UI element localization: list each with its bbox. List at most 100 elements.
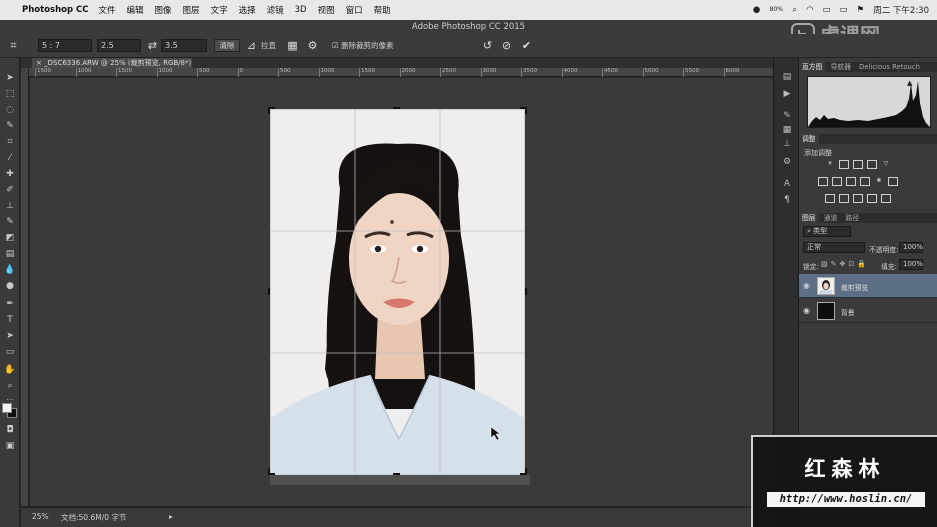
brightness-icon[interactable]: ☀ [825, 160, 835, 169]
app-menu[interactable]: Photoshop CC [22, 5, 89, 15]
gradient-map-icon[interactable] [881, 194, 891, 203]
foreground-color-swatch[interactable] [2, 403, 12, 413]
menu-filter[interactable]: 滤镜 [267, 4, 284, 16]
tab-navigator[interactable]: 导航器 [828, 63, 854, 71]
gradient-tool-icon[interactable]: ▤ [3, 248, 17, 261]
menu-layer[interactable]: 图层 [183, 4, 200, 16]
eye-icon[interactable]: ◉ [803, 306, 810, 315]
quick-mask-icon[interactable]: ◘ [3, 424, 17, 437]
menu-help[interactable]: 帮助 [374, 4, 391, 16]
tool-presets-icon[interactable]: ⚙ [780, 156, 794, 169]
crop-preview-photo[interactable] [270, 109, 525, 475]
crop-handle-bl-v[interactable] [268, 468, 270, 475]
crop-settings-icon[interactable]: ⚙ [305, 38, 320, 53]
quick-select-tool-icon[interactable]: ✎ [3, 120, 17, 133]
menu-type[interactable]: 文字 [211, 4, 228, 16]
dodge-tool-icon[interactable]: ● [3, 280, 17, 293]
search-menu-icon[interactable]: ⌕ [792, 5, 797, 15]
move-tool-icon[interactable]: ➤ [3, 72, 17, 85]
swap-icon[interactable]: ⇄ [145, 38, 160, 53]
document-tab[interactable]: × _DSC6336.ARW @ 25% (裁剪预览, RGB/8*) * [32, 58, 192, 77]
cancel-icon[interactable]: ⊘ [499, 38, 514, 53]
hue-saturation-icon[interactable] [818, 177, 828, 186]
fill-field[interactable]: 100% [899, 259, 923, 270]
history-brush-icon[interactable]: ✎ [3, 216, 17, 229]
invert-icon[interactable] [825, 194, 835, 203]
crop-handle-right[interactable] [525, 288, 527, 295]
crop-handle-top[interactable] [393, 107, 400, 109]
clock[interactable]: 周二 下午2:30 [873, 4, 929, 16]
eraser-tool-icon[interactable]: ◩ [3, 232, 17, 245]
channel-mixer-icon[interactable]: ❀ [874, 177, 884, 186]
eyedropper-tool-icon[interactable]: ⁄ [3, 152, 17, 165]
clone-source-icon[interactable]: ⊥ [780, 138, 794, 151]
menu-window[interactable]: 窗口 [346, 4, 363, 16]
blur-tool-icon[interactable]: 💧 [3, 264, 17, 277]
layer-row[interactable]: ◉ 背景 [799, 299, 937, 323]
brush-presets-icon[interactable]: ▦ [780, 124, 794, 137]
histogram-warning-icon[interactable]: ▲ [907, 79, 913, 87]
menu-3d[interactable]: 3D [295, 5, 307, 15]
crop-tool-preset-icon[interactable]: ⌗ [6, 38, 21, 53]
shape-tool-icon[interactable]: ▭ [3, 346, 17, 359]
posterize-icon[interactable] [839, 194, 849, 203]
marquee-tool-icon[interactable]: ⬚ [3, 88, 17, 101]
straighten-label[interactable]: 拉直 [261, 39, 276, 52]
overlay-grid-icon[interactable]: ▦ [285, 38, 300, 53]
lock-icons[interactable]: ▧✎✥⊡🔒 [821, 260, 869, 268]
width-field[interactable]: 2.5 [97, 39, 141, 52]
zoom-level[interactable]: 25% [32, 512, 49, 521]
path-select-tool-icon[interactable]: ➤ [3, 330, 17, 343]
reset-icon[interactable]: ↺ [480, 38, 495, 53]
tab-channels[interactable]: 通道 [821, 214, 841, 222]
vibrance-icon[interactable]: ▽ [881, 160, 891, 169]
flag-icon[interactable]: ⚑ [857, 5, 865, 15]
lasso-tool-icon[interactable]: ◌ [3, 104, 17, 117]
threshold-icon[interactable] [853, 194, 863, 203]
layer-row[interactable]: ◉ 裁剪预览 [799, 274, 937, 298]
airplay-icon[interactable]: ▭ [823, 5, 831, 15]
crop-tool-icon[interactable]: ⌗ [3, 136, 17, 149]
photo-filter-icon[interactable] [860, 177, 870, 186]
crop-handle-left[interactable] [268, 288, 270, 295]
hand-tool-icon[interactable]: ✋ [3, 364, 17, 377]
eye-icon[interactable]: ◉ [803, 281, 810, 290]
status-menu-arrow-icon[interactable]: ▸ [169, 512, 173, 521]
brush-settings-icon[interactable]: ✎ [780, 110, 794, 123]
tab-paths[interactable]: 路径 [843, 214, 863, 222]
pen-tool-icon[interactable]: ✒ [3, 298, 17, 311]
commit-icon[interactable]: ✔ [519, 38, 534, 53]
brush-tool-icon[interactable]: ✐ [3, 184, 17, 197]
levels-icon[interactable] [839, 160, 849, 169]
blend-mode-select[interactable]: 正常 [803, 242, 865, 253]
crop-handle-tl-v[interactable] [268, 107, 270, 114]
battery-meter-icon[interactable]: 80% [769, 7, 783, 13]
menu-image[interactable]: 图像 [155, 4, 172, 16]
kind-filter-select[interactable]: ⌕ 类型 [803, 226, 851, 237]
color-lookup-icon[interactable] [888, 177, 898, 186]
curves-icon[interactable] [853, 160, 863, 169]
menu-edit[interactable]: 编辑 [127, 4, 144, 16]
opacity-field[interactable]: 100% [899, 242, 923, 253]
crop-handle-tr-v[interactable] [525, 107, 527, 114]
tab-delicious-retouch[interactable]: Delicious Retouch [856, 63, 923, 71]
clear-button[interactable]: 清除 [214, 39, 240, 52]
ruler-vertical[interactable] [21, 68, 29, 506]
healing-tool-icon[interactable]: ✚ [3, 168, 17, 181]
menu-select[interactable]: 选择 [239, 4, 256, 16]
color-balance-icon[interactable] [832, 177, 842, 186]
canvas-area[interactable] [30, 78, 773, 506]
wifi-icon[interactable]: ◠ [806, 5, 813, 15]
actions-panel-icon[interactable]: ▶ [780, 88, 794, 101]
height-field[interactable]: 3.5 [161, 39, 207, 52]
tab-layers[interactable]: 图层 [799, 213, 819, 223]
delete-cropped-checkbox[interactable]: ☑ 删除裁剪的像素 [332, 39, 394, 52]
crop-handle-bottom[interactable] [393, 473, 400, 475]
menu-file[interactable]: 文件 [99, 4, 116, 16]
ratio-select[interactable]: 5 : 7 [38, 39, 92, 52]
close-tab-icon[interactable]: × [36, 59, 42, 67]
character-panel-icon[interactable]: A [780, 178, 794, 191]
tab-histogram[interactable]: 直方图 [799, 62, 826, 72]
black-white-icon[interactable] [846, 177, 856, 186]
straighten-icon[interactable]: ⊿ [244, 38, 259, 53]
